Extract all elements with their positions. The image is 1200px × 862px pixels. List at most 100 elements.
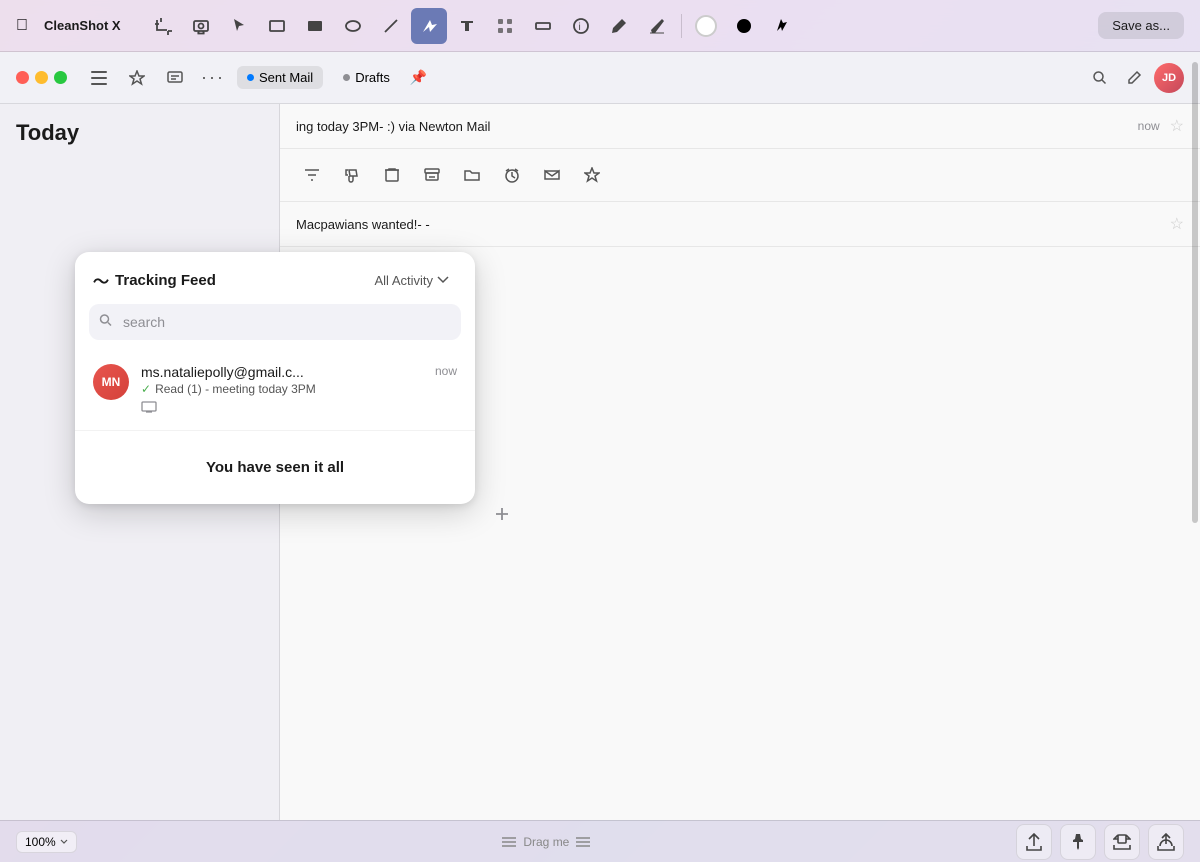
- close-button[interactable]: [16, 71, 29, 84]
- read-status: Read (1) - meeting today 3PM: [155, 382, 316, 396]
- signature-tool[interactable]: [639, 8, 675, 44]
- zoom-selector[interactable]: 100%: [16, 831, 77, 853]
- crop-tool[interactable]: [145, 8, 181, 44]
- sidebar-toggle-button[interactable]: [85, 64, 113, 92]
- text-tool[interactable]: [449, 8, 485, 44]
- tracking-icon: 〜: [93, 268, 109, 292]
- rectangle-tool[interactable]: [259, 8, 295, 44]
- drafts-tab-dot: [343, 74, 350, 81]
- email-subject-2: Macpawians wanted!- -: [296, 217, 1170, 232]
- mail-titlebar: ··· Sent Mail Drafts 📌: [0, 52, 1200, 104]
- bottom-bar: 100% Drag me: [0, 820, 1200, 862]
- info-tool[interactable]: i: [563, 8, 599, 44]
- pin-icon[interactable]: 📌: [410, 69, 427, 86]
- star-button[interactable]: [123, 64, 151, 92]
- traffic-lights: [16, 71, 67, 84]
- search-container: [89, 304, 461, 340]
- tracking-feed-item[interactable]: MN ms.nataliepolly@gmail.c... ✓ Read (1)…: [75, 352, 475, 431]
- star-icon[interactable]: ☆: [1170, 116, 1184, 136]
- add-button[interactable]: [488, 500, 516, 528]
- arrow-tool[interactable]: [411, 8, 447, 44]
- device-icon: [141, 400, 423, 418]
- email-row-2[interactable]: Macpawians wanted!- - ☆: [280, 202, 1200, 247]
- delete-button[interactable]: [376, 159, 408, 191]
- upload-button[interactable]: [1148, 824, 1184, 860]
- minimize-button[interactable]: [35, 71, 48, 84]
- more-options-button[interactable]: ···: [199, 64, 227, 92]
- zoom-chevron-icon: [60, 839, 68, 845]
- zoom-level: 100%: [25, 835, 56, 849]
- email-actions-bar: [280, 149, 1200, 202]
- drag-me-bar: Drag me: [89, 835, 1004, 849]
- cleanshot-toolbar:  CleanShot X: [0, 0, 1200, 52]
- search-icon: [99, 314, 113, 331]
- mail-item-time: now: [435, 364, 457, 378]
- email-time: now: [1138, 119, 1160, 133]
- tracking-feed-popup: 〜 Tracking Feed All Activity MN: [75, 252, 475, 504]
- edit-button[interactable]: [1120, 64, 1148, 92]
- avatar[interactable]: JD: [1154, 63, 1184, 93]
- sender-avatar: MN: [93, 364, 129, 400]
- color-circle: [695, 15, 717, 37]
- mail-action-icons: JD: [1086, 63, 1184, 93]
- email-row-right: now ☆: [1138, 116, 1184, 136]
- export-button[interactable]: [1104, 824, 1140, 860]
- drag-handle[interactable]: Drag me: [501, 835, 591, 849]
- highlight-tool[interactable]: [525, 8, 561, 44]
- save-as-button[interactable]: Save as...: [1098, 12, 1184, 39]
- snooze-button[interactable]: [496, 159, 528, 191]
- seen-all-message: You have seen it all: [75, 431, 475, 504]
- email-row[interactable]: ing today 3PM- :) via Newton Mail now ☆: [280, 104, 1200, 149]
- sent-mail-tab[interactable]: Sent Mail: [237, 66, 323, 89]
- activity-filter-label: All Activity: [374, 273, 433, 288]
- folder-button[interactable]: [456, 159, 488, 191]
- sender-initials: MN: [102, 375, 121, 389]
- tracking-header: 〜 Tracking Feed All Activity: [75, 252, 475, 304]
- line-tool[interactable]: [373, 8, 409, 44]
- thin-arrow-tool[interactable]: [764, 8, 800, 44]
- app-title: CleanShot X: [44, 18, 121, 33]
- read-checkmark-icon: ✓: [141, 382, 151, 396]
- search-button[interactable]: [1086, 64, 1114, 92]
- compose-button[interactable]: [161, 64, 189, 92]
- share-button[interactable]: [1016, 824, 1052, 860]
- sender-email: ms.nataliepolly@gmail.c...: [141, 364, 423, 380]
- pixelate-tool[interactable]: [487, 8, 523, 44]
- drag-lines-icon-right: [575, 836, 591, 848]
- tool-icons: i: [145, 8, 1087, 44]
- dislike-button[interactable]: [336, 159, 368, 191]
- star-button-action[interactable]: [576, 159, 608, 191]
- drag-me-label: Drag me: [523, 835, 569, 849]
- search-input[interactable]: [89, 304, 461, 340]
- screen-capture-tool[interactable]: [183, 8, 219, 44]
- archive-button[interactable]: [416, 159, 448, 191]
- activity-filter-selector[interactable]: All Activity: [366, 269, 457, 292]
- maximize-button[interactable]: [54, 71, 67, 84]
- email-row-right-2: ☆: [1170, 214, 1184, 234]
- email-subject: ing today 3PM- :) via Newton Mail: [296, 119, 1138, 134]
- mark-read-button[interactable]: [536, 159, 568, 191]
- chevron-down-icon: [437, 276, 449, 284]
- color-picker-tool[interactable]: [688, 8, 724, 44]
- apple-logo-icon: : [16, 17, 28, 35]
- sent-mail-tab-dot: [247, 74, 254, 81]
- mail-item-content: ms.nataliepolly@gmail.c... ✓ Read (1) - …: [141, 364, 423, 418]
- pin-button[interactable]: [1060, 824, 1096, 860]
- drafts-tab-label: Drafts: [355, 70, 390, 85]
- bottom-actions: [1016, 824, 1184, 860]
- today-label: Today: [0, 104, 279, 154]
- pen-tool[interactable]: [601, 8, 637, 44]
- ellipse-tool[interactable]: [335, 8, 371, 44]
- star-icon-2[interactable]: ☆: [1170, 214, 1184, 234]
- filled-rect-tool[interactable]: [297, 8, 333, 44]
- filter-button[interactable]: [296, 159, 328, 191]
- scrollbar[interactable]: [1188, 52, 1200, 820]
- svg-text:i: i: [578, 22, 580, 33]
- stroke-color-tool[interactable]: [726, 8, 762, 44]
- scroll-thumb[interactable]: [1192, 62, 1198, 523]
- sent-mail-tab-label: Sent Mail: [259, 70, 313, 85]
- main-area: ··· Sent Mail Drafts 📌: [0, 52, 1200, 820]
- select-tool[interactable]: [221, 8, 257, 44]
- tracking-title: 〜 Tracking Feed: [93, 268, 216, 292]
- drafts-tab[interactable]: Drafts: [333, 66, 400, 89]
